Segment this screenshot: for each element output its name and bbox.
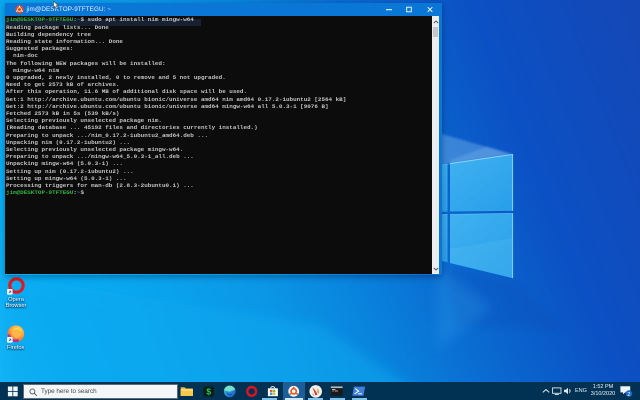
svg-text:$: $ — [206, 386, 211, 396]
svg-text:2: 2 — [627, 392, 630, 398]
